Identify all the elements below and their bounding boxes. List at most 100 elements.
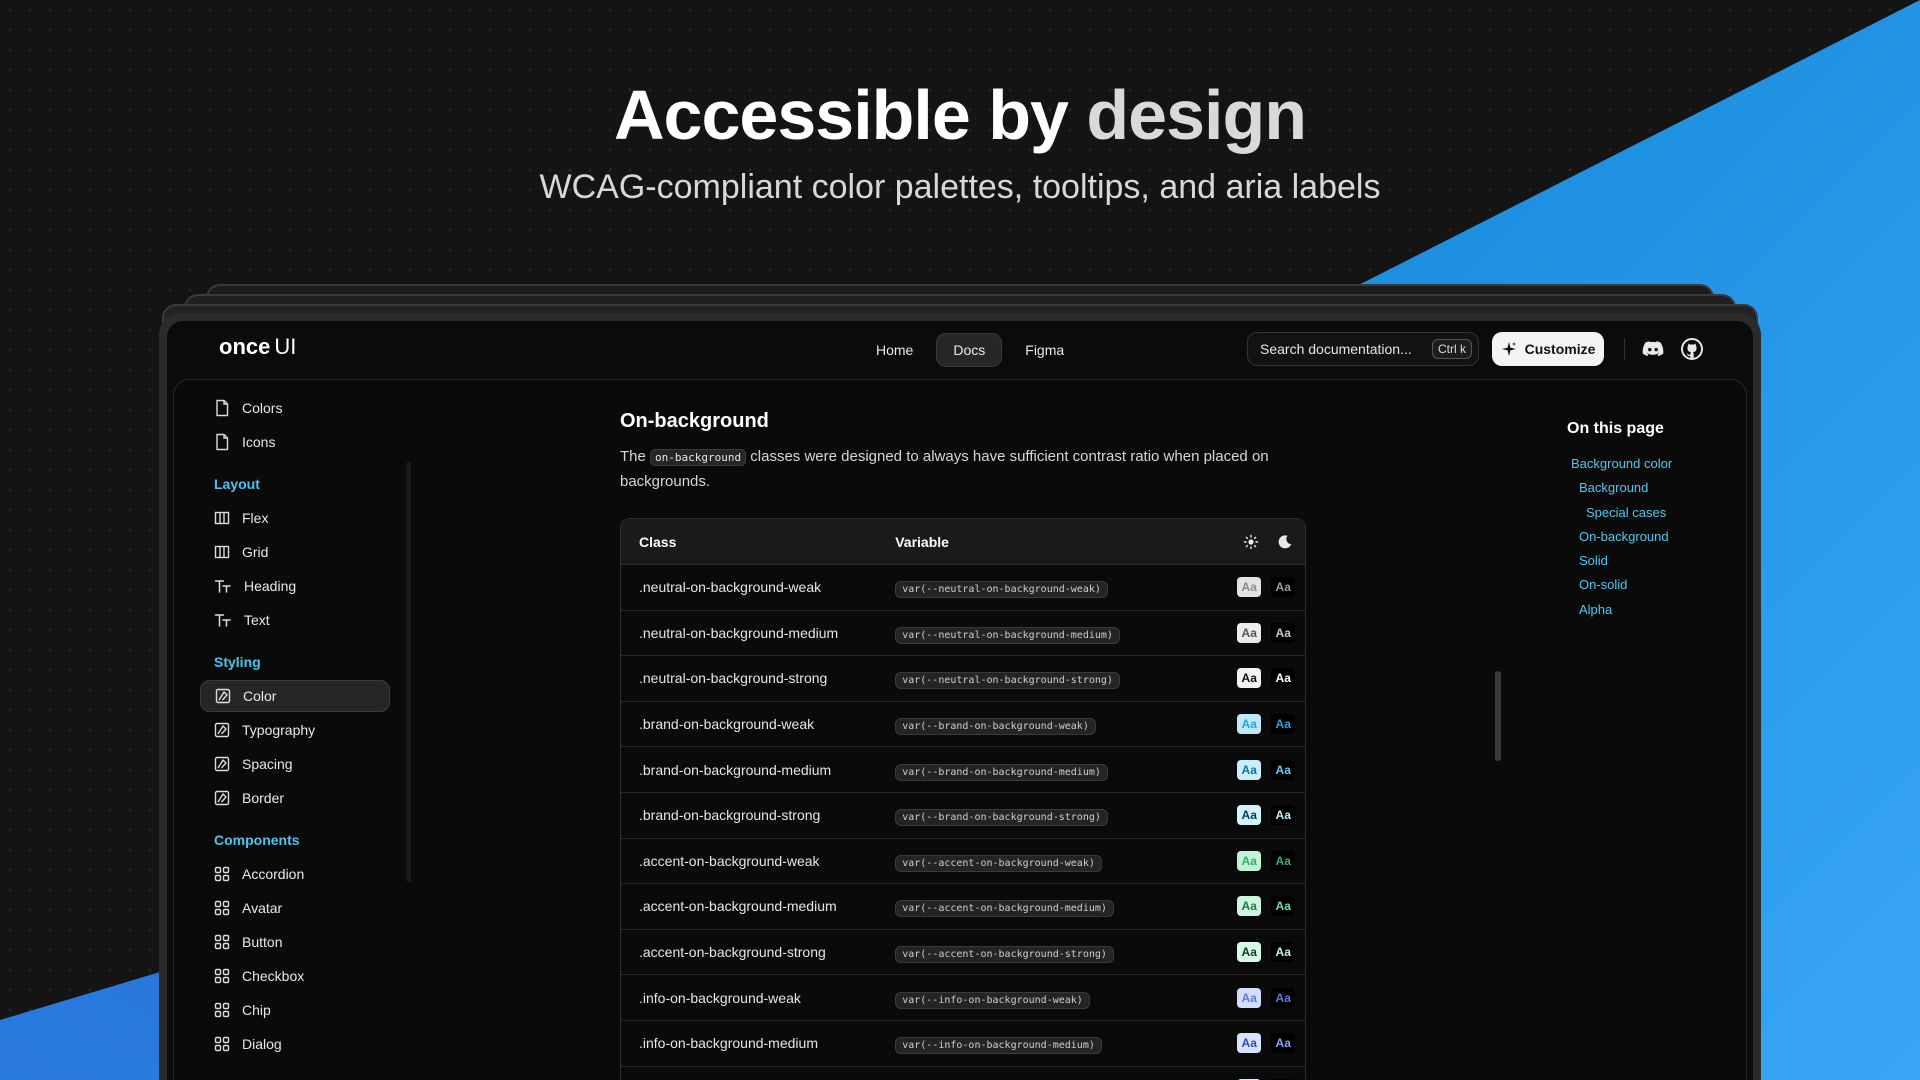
sidebar-item-button[interactable]: Button <box>200 926 390 958</box>
light-preview-swatch: Aa <box>1237 896 1262 917</box>
docs-content-panel: Colors Icons Layout Flex Grid Heading Text Styl… <box>173 379 1747 1080</box>
app-window: once UI Home Docs Figma Search documentatio… <box>167 321 1753 1080</box>
sidebar-item-flex[interactable]: Flex <box>200 502 390 534</box>
variable-cell: var(--accent-on-background-medium) <box>895 898 1219 918</box>
variable-code-pill: var(--brand-on-background-weak) <box>895 718 1096 736</box>
style-icon <box>215 688 231 704</box>
toc-link-on-background[interactable]: On-background <box>1567 525 1747 549</box>
sidebar-item-dialog[interactable]: Dialog <box>200 1028 390 1060</box>
columns-icon <box>214 544 230 560</box>
style-icon <box>214 790 230 806</box>
github-icon[interactable] <box>1680 337 1704 361</box>
preview-cell: Aa Aa <box>1219 850 1305 871</box>
table-row: .neutral-on-background-strong var(--neutr… <box>621 656 1305 702</box>
variable-code-pill: var(--brand-on-background-medium) <box>895 763 1108 781</box>
on-this-page: On this page Background color Background S… <box>1567 420 1747 622</box>
variable-cell: var(--brand-on-background-medium) <box>895 762 1219 781</box>
preview-cell: Aa Aa <box>1219 1033 1305 1054</box>
sidebar-item-text[interactable]: Text <box>200 604 390 636</box>
sidebar-item-border[interactable]: Border <box>200 782 390 814</box>
nav-docs[interactable]: Docs <box>936 333 1003 367</box>
preview-cell: Aa Aa <box>1219 714 1305 735</box>
variable-cell: var(--neutral-on-background-medium) <box>895 625 1219 644</box>
sidebar-item-chip[interactable]: Chip <box>200 994 390 1026</box>
sidebar-item-heading[interactable]: Heading <box>200 570 390 602</box>
dark-preview-swatch: Aa <box>1271 759 1296 780</box>
grid-squares-icon <box>214 934 230 950</box>
toc-link-special-cases[interactable]: Special cases <box>1567 501 1747 525</box>
classes-table: Class Variable .neutral-on-background-we… <box>620 518 1306 1080</box>
sidebar-item-icons[interactable]: Icons <box>200 426 390 458</box>
table-row: .brand-on-background-weak var(--brand-on-… <box>621 702 1305 748</box>
variable-code-pill: var(--neutral-on-background-weak) <box>895 581 1108 599</box>
sidebar-item-label: Border <box>242 790 285 806</box>
variable-cell: var(--brand-on-background-weak) <box>895 716 1219 736</box>
hero-subtitle: WCAG-compliant color palettes, tooltips,… <box>539 168 1381 206</box>
class-name-cell: .info-on-background-weak <box>639 989 801 1006</box>
table-row: .info-on-background-medium var(--info-on-… <box>621 1021 1305 1067</box>
style-icon <box>214 722 230 738</box>
sidebar-item-spacing[interactable]: Spacing <box>200 748 390 780</box>
grid-squares-icon <box>214 968 230 984</box>
sidebar-item-label: Heading <box>244 578 297 594</box>
logo-ui: UI <box>274 334 297 359</box>
light-preview-swatch: Aa <box>1237 987 1262 1008</box>
inline-code: on-background <box>650 449 747 466</box>
hero-title-main: Accessible by <box>614 76 1087 154</box>
table-header: Class Variable <box>621 519 1305 565</box>
class-name-cell: .accent-on-background-strong <box>639 944 826 961</box>
sidebar-item-avatar[interactable]: Avatar <box>200 892 390 924</box>
sidebar-heading-layout: Layout <box>214 476 260 492</box>
sidebar-item-colors[interactable]: Colors <box>200 392 390 424</box>
toc-link-solid[interactable]: Solid <box>1567 549 1747 573</box>
page-scrollbar[interactable] <box>1495 671 1501 761</box>
sidebar-item-color[interactable]: Color <box>200 680 390 712</box>
toc-link-alpha[interactable]: Alpha <box>1567 598 1747 622</box>
sidebar-item-label: Colors <box>242 400 283 416</box>
dark-preview-swatch: Aa <box>1271 942 1296 963</box>
light-preview-swatch: Aa <box>1237 668 1262 689</box>
variable-code-pill: var(--accent-on-background-medium) <box>895 900 1114 918</box>
toc-link-background[interactable]: Background <box>1567 476 1747 500</box>
toc-link-on-solid[interactable]: On-solid <box>1567 573 1747 597</box>
hero: Accessible by design WCAG-compliant colo… <box>0 70 1920 207</box>
top-header: once UI Home Docs Figma Search documentatio… <box>167 321 1753 379</box>
columns-icon <box>214 510 230 526</box>
sidebar-item-label: Color <box>243 688 277 704</box>
toc-link-background-color[interactable]: Background color <box>1567 452 1747 476</box>
table-row: .info-on-background-strongvar(--info-on-… <box>621 1067 1305 1080</box>
nav-figma[interactable]: Figma <box>1008 333 1081 367</box>
sidebar-item-label: Checkbox <box>242 968 305 984</box>
toc-list: Background color Background Special cases O… <box>1567 452 1747 622</box>
moon-icon[interactable] <box>1277 534 1293 550</box>
discord-icon[interactable] <box>1641 337 1665 361</box>
sidebar-item-label: Icons <box>242 434 276 450</box>
sidebar-item-typography[interactable]: Typography <box>200 714 390 746</box>
variable-cell: var(--neutral-on-background-weak) <box>895 579 1219 599</box>
search-shortcut-kbd: Ctrl k <box>1432 339 1472 359</box>
customize-button[interactable]: Customize <box>1492 332 1604 366</box>
dark-preview-swatch: Aa <box>1271 622 1296 643</box>
sidebar-item-label: Accordion <box>242 866 305 882</box>
once-ui-logo[interactable]: once UI <box>219 334 296 360</box>
light-preview-swatch: Aa <box>1237 577 1262 598</box>
sidebar-heading-styling: Styling <box>214 654 261 670</box>
logo-word: once <box>219 334 271 359</box>
variable-code-pill: var(--accent-on-background-strong) <box>895 946 1114 964</box>
sidebar-item-grid[interactable]: Grid <box>200 536 390 568</box>
column-header-theme <box>1219 534 1305 550</box>
variable-cell: var(--brand-on-background-strong) <box>895 807 1219 827</box>
device-frame: once UI Home Docs Figma Search documentatio… <box>159 313 1761 1080</box>
class-name-cell: .brand-on-background-strong <box>639 807 821 824</box>
nav-home[interactable]: Home <box>859 333 930 367</box>
sun-icon[interactable] <box>1243 534 1259 550</box>
variable-code-pill: var(--info-on-background-medium) <box>895 1037 1102 1055</box>
sidebar-item-accordion[interactable]: Accordion <box>200 858 390 890</box>
sidebar-item-checkbox[interactable]: Checkbox <box>200 960 390 992</box>
hero-title: Accessible by design <box>0 70 1920 160</box>
sidebar-heading-components: Components <box>214 832 300 848</box>
variable-cell: var(--info-on-background-medium) <box>895 1035 1219 1055</box>
sidebar-item-label: Spacing <box>242 756 293 772</box>
search-input[interactable]: Search documentation... Ctrl k <box>1247 332 1479 366</box>
sidebar-scrollbar[interactable] <box>406 462 411 882</box>
